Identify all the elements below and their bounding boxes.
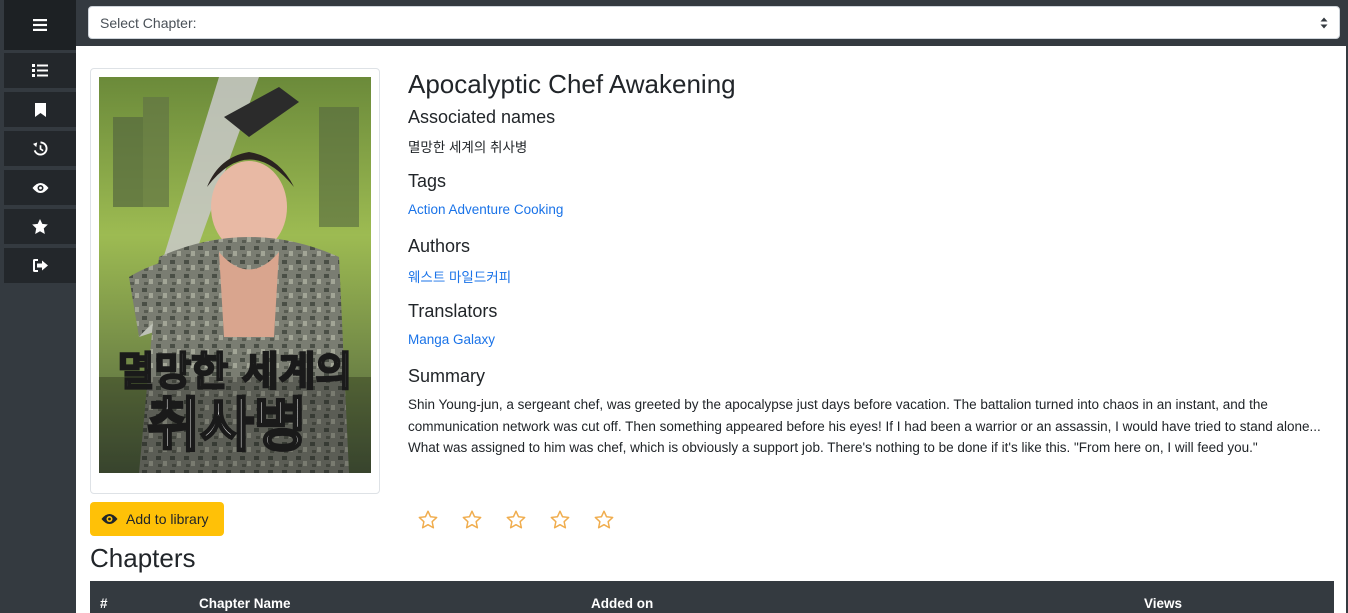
translator-link[interactable]: Manga Galaxy xyxy=(408,332,495,347)
cover-image[interactable]: 멸망한 세계의 취사병 xyxy=(99,77,371,473)
tags-links[interactable]: Action Adventure Cooking xyxy=(408,202,563,217)
author-link[interactable]: 웨스트 마일드커피 xyxy=(408,266,511,286)
associated-names-heading: Associated names xyxy=(408,107,556,127)
rating-star-4-icon[interactable] xyxy=(550,510,570,529)
translators-heading: Translators xyxy=(408,301,498,321)
column-header-views: Views xyxy=(1144,596,1183,611)
history-icon xyxy=(32,141,48,156)
svg-text:취사병: 취사병 xyxy=(147,391,307,459)
eye-icon xyxy=(101,514,118,524)
column-header-number: # xyxy=(100,596,108,611)
eye-icon xyxy=(32,182,48,193)
bookmark-icon xyxy=(34,102,46,117)
authors-heading: Authors xyxy=(408,236,471,256)
sidebar-item-list[interactable] xyxy=(4,53,76,90)
select-caret-icon xyxy=(1320,17,1328,29)
menu-icon xyxy=(33,19,47,31)
rating-stars xyxy=(418,510,614,529)
column-header-chapter-name: Chapter Name xyxy=(199,596,291,611)
summary-text: Shin Young-jun, a sergeant chef, was gre… xyxy=(408,397,1321,456)
add-to-library-button[interactable]: Add to library xyxy=(90,502,224,536)
summary-heading: Summary xyxy=(408,366,486,386)
associated-names-value: 멸망한 세계의 취사병 xyxy=(408,140,528,155)
manga-title: Apocalyptic Chef Awakening xyxy=(408,69,736,99)
cover-art: 멸망한 세계의 취사병 xyxy=(99,77,371,473)
sidebar-item-watching[interactable] xyxy=(4,170,76,207)
rating-star-1-icon[interactable] xyxy=(418,510,438,529)
tags-heading: Tags xyxy=(408,171,447,191)
sign-out-icon xyxy=(32,259,48,272)
rating-star-5-icon[interactable] xyxy=(594,510,614,529)
top-bar: Select Chapter: xyxy=(76,0,1348,46)
svg-text:멸망한 세계의: 멸망한 세계의 xyxy=(118,349,353,395)
star-icon xyxy=(32,219,48,234)
sidebar-item-bookmarks[interactable] xyxy=(4,92,76,129)
chapter-select[interactable]: Select Chapter: xyxy=(88,6,1340,39)
chapters-table-header: # Chapter Name Added on Views xyxy=(90,581,1334,613)
chapters-heading: Chapters xyxy=(90,543,196,573)
main-content: 멸망한 세계의 취사병 Add to library Apocalyptic C… xyxy=(76,46,1346,613)
add-to-library-label: Add to library xyxy=(126,511,209,527)
cover-frame: 멸망한 세계의 취사병 xyxy=(90,68,380,494)
sidebar xyxy=(0,0,76,613)
rating-star-2-icon[interactable] xyxy=(462,510,482,529)
chapter-select-value: Select Chapter: xyxy=(100,14,197,31)
sidebar-item-history[interactable] xyxy=(4,131,76,168)
column-header-added-on: Added on xyxy=(591,596,654,611)
sidebar-item-logout[interactable] xyxy=(4,248,76,285)
rating-star-3-icon[interactable] xyxy=(506,510,526,529)
sidebar-item-favorites[interactable] xyxy=(4,209,76,246)
sidebar-toggle-button[interactable] xyxy=(4,0,76,52)
list-icon xyxy=(32,64,48,77)
